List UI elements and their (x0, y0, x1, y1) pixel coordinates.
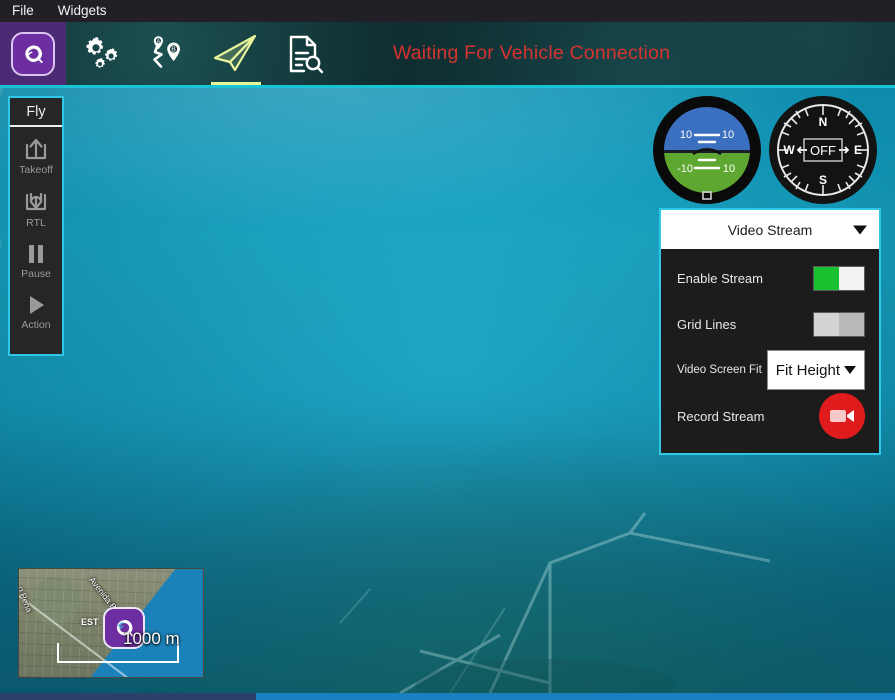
video-camera-icon (829, 407, 855, 425)
toggle-on-half (814, 267, 839, 290)
toolbar-analyze[interactable] (270, 22, 338, 85)
takeoff-arrow-icon (22, 136, 50, 162)
fly-toolstrip-title: Fly (10, 98, 62, 127)
qgc-logo-icon (11, 32, 55, 76)
enable-stream-label: Enable Stream (677, 271, 813, 286)
svg-text:10: 10 (723, 163, 735, 175)
record-stream-row: Record Stream (661, 393, 879, 439)
menu-widgets[interactable]: Widgets (56, 0, 109, 22)
pause-icon (23, 242, 49, 266)
gears-icon (79, 34, 121, 74)
svg-text:-10: -10 (677, 163, 693, 175)
toggle-on-half (814, 313, 839, 336)
svg-text:10: 10 (680, 129, 692, 141)
fly-action-pause-label: Pause (21, 268, 51, 280)
toggle-off-half (839, 267, 864, 290)
svg-text:W: W (783, 143, 795, 157)
instrument-panel: 10 10 -10 10 (649, 92, 881, 213)
toolbar-plan[interactable]: A B (134, 22, 202, 85)
fly-action-rtl-label: RTL (26, 217, 46, 229)
video-screen-fit-value: Fit Height (776, 362, 840, 379)
video-stream-dropdown-title: Video Stream (728, 222, 813, 238)
grid-lines-label: Grid Lines (677, 317, 813, 332)
svg-text:10: 10 (722, 129, 734, 141)
enable-stream-row: Enable Stream (661, 255, 879, 301)
minimap[interactable]: Avenida Beira-Mar o Pena EST 1000 m (18, 568, 204, 678)
fly-action-pause[interactable]: Pause (10, 233, 62, 284)
svg-text:S: S (819, 173, 827, 187)
video-stream-panel: Video Stream Enable Stream Grid Lines Vi (659, 208, 881, 455)
menu-bar: File Widgets (0, 0, 895, 22)
video-screen-fit-combo[interactable]: Fit Height (767, 350, 865, 390)
main-toolbar: A B (0, 22, 895, 88)
svg-text:E: E (854, 143, 862, 157)
svg-text:B: B (171, 46, 176, 53)
paper-plane-icon (211, 32, 261, 76)
grid-lines-row: Grid Lines (661, 301, 879, 347)
play-triangle-icon (23, 293, 49, 317)
document-search-icon (282, 33, 326, 75)
minimap-scale-label: 1000 m (123, 629, 180, 649)
video-stream-dropdown-header[interactable]: Video Stream (661, 210, 879, 249)
fly-action-action[interactable]: Action (10, 284, 62, 335)
qgroundcontrol-window: File Widgets (0, 0, 895, 700)
menu-file[interactable]: File (10, 0, 36, 22)
qgc-brand-button[interactable] (0, 22, 66, 85)
record-stream-button[interactable] (819, 393, 865, 439)
bottom-status-bar (0, 693, 895, 700)
chevron-down-icon (844, 366, 856, 374)
fly-toolstrip: Fly Takeoff RTL (8, 96, 64, 356)
video-screen-fit-row: Video Screen Fit Fit Height (661, 347, 879, 393)
compass-heading-value: OFF (810, 143, 836, 158)
return-to-launch-icon (22, 189, 50, 215)
toolbar-settings[interactable] (66, 22, 134, 85)
fly-action-action-label: Action (21, 319, 50, 331)
record-stream-label: Record Stream (677, 409, 819, 424)
bottom-scrollbar-thumb[interactable] (0, 693, 256, 700)
fly-action-rtl[interactable]: RTL (10, 180, 62, 233)
vehicle-status-text: Waiting For Vehicle Connection (338, 22, 895, 85)
video-stream-settings: Enable Stream Grid Lines Video Screen Fi… (661, 249, 879, 453)
toolbar-button-group: A B (66, 22, 338, 85)
compass-indicator[interactable]: N S E W OFF (765, 92, 881, 213)
grid-lines-toggle[interactable] (813, 312, 865, 337)
svg-text:N: N (819, 115, 828, 129)
minimap-poi-label: EST (81, 617, 99, 627)
enable-stream-toggle[interactable] (813, 266, 865, 291)
video-screen-fit-label: Video Screen Fit (677, 364, 767, 376)
attitude-indicator[interactable]: 10 10 -10 10 (649, 92, 765, 213)
toolbar-fly[interactable] (202, 22, 270, 85)
fly-action-takeoff-label: Takeoff (19, 164, 53, 176)
chevron-down-icon (853, 225, 867, 234)
fly-action-takeoff[interactable]: Takeoff (10, 127, 62, 180)
toggle-off-half (839, 313, 864, 336)
waypoint-route-icon: A B (145, 33, 191, 75)
